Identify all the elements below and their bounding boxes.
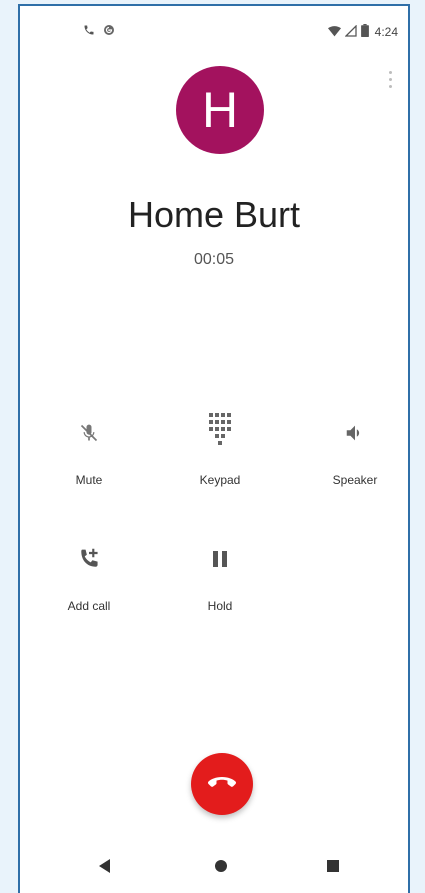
back-icon (99, 858, 111, 878)
dialpad-icon (208, 410, 232, 448)
mute-button[interactable]: Mute (39, 418, 139, 502)
contact-avatar: H (176, 66, 264, 154)
status-time: 4:24 (374, 25, 398, 39)
wifi-icon (327, 25, 341, 40)
more-vert-dot (388, 84, 392, 88)
back-button[interactable] (90, 853, 120, 883)
battery-icon (360, 24, 369, 40)
add-call-icon (77, 544, 101, 574)
notification-g-icon (103, 23, 115, 41)
home-icon (215, 859, 227, 877)
end-call-button[interactable] (191, 753, 253, 815)
speaker-icon (343, 418, 367, 448)
recents-icon (327, 859, 339, 877)
more-options-button[interactable] (380, 64, 400, 94)
pause-icon (208, 544, 232, 574)
mute-label: Mute (75, 473, 103, 487)
navigation-bar (20, 843, 408, 893)
end-call-icon (207, 775, 237, 794)
status-left-icons (83, 24, 115, 40)
hold-button[interactable]: Hold (170, 544, 270, 628)
keypad-button[interactable]: Keypad (170, 410, 270, 494)
phone-icon (83, 23, 95, 41)
add-call-button[interactable]: Add call (39, 544, 139, 628)
call-timer: 00:05 (193, 251, 235, 268)
home-button[interactable] (206, 853, 236, 883)
more-vert-dot (388, 77, 392, 81)
status-right-icons: 4:24 (327, 23, 398, 40)
add-call-label: Add call (67, 599, 111, 613)
hold-label: Hold (207, 599, 233, 613)
status-bar: 4:24 (20, 6, 408, 50)
more-vert-icon (388, 70, 392, 74)
phone-screen: 4:24 H Home Burt 00:05 Mute Keypad Speak… (18, 4, 410, 893)
speaker-button[interactable]: Speaker (305, 418, 405, 502)
signal-icon (344, 23, 357, 40)
recents-button[interactable] (318, 853, 348, 883)
keypad-label: Keypad (199, 473, 241, 487)
mic-off-icon (77, 418, 101, 448)
speaker-label: Speaker (332, 473, 378, 487)
contact-name: Home Burt (127, 194, 301, 235)
